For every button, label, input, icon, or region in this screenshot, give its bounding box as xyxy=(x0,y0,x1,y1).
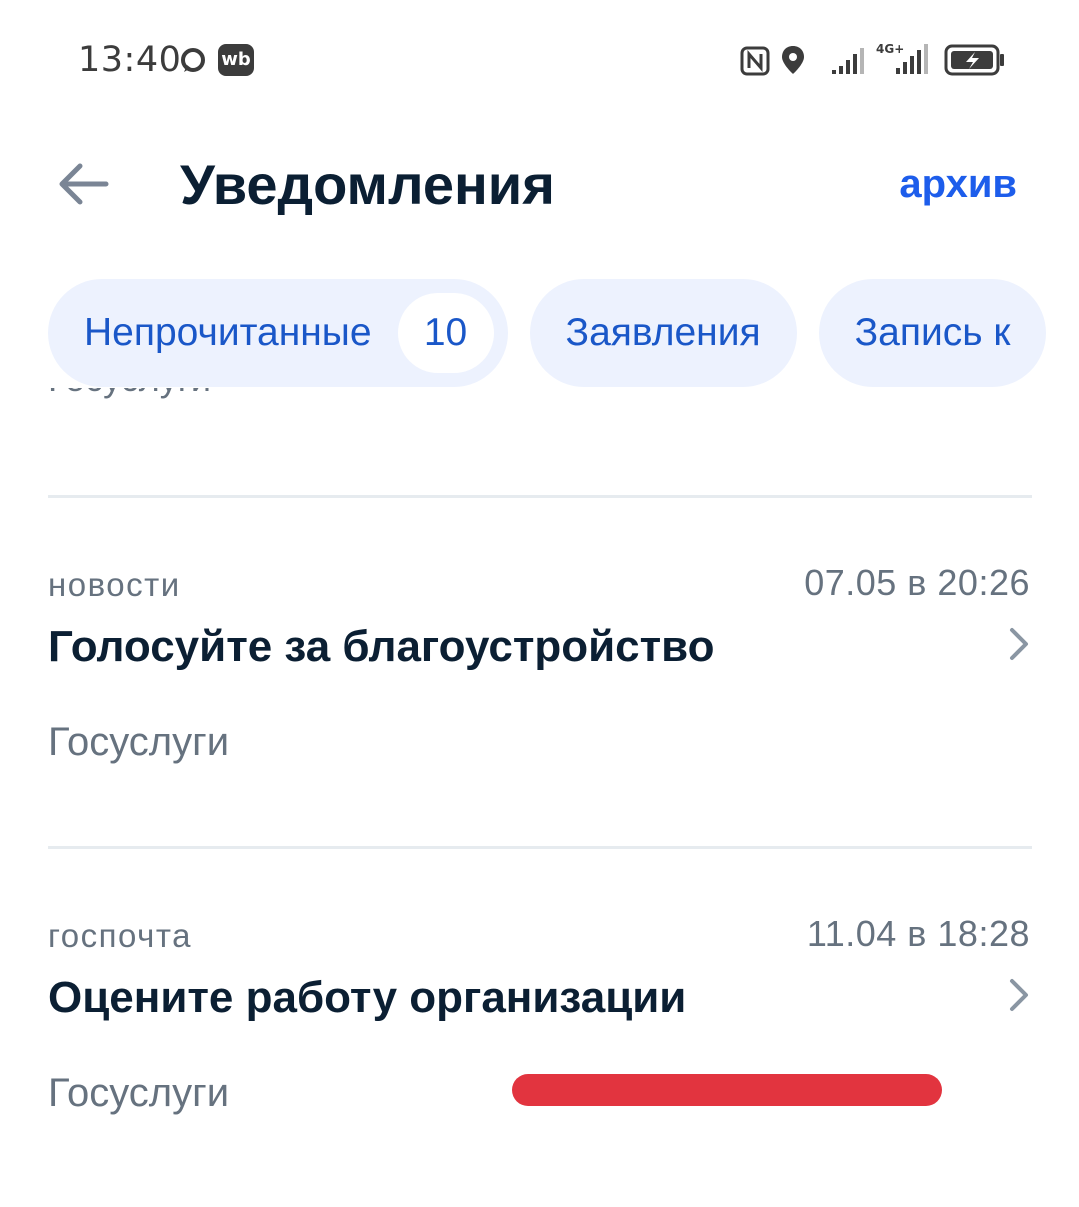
svg-text:4G+: 4G+ xyxy=(876,42,904,56)
list-divider xyxy=(48,495,1032,498)
wb-app-icon: wb xyxy=(218,44,254,76)
signal-strength-icon xyxy=(832,48,864,74)
chevron-right-icon xyxy=(1010,979,1028,1011)
filter-chip-unread[interactable]: Непрочитанные 10 xyxy=(48,279,508,387)
chat-bubble-icon xyxy=(181,48,205,72)
notification-source: Госуслуги xyxy=(48,388,211,400)
status-bar: 13:40 wb 4G+ xyxy=(0,0,1079,120)
notification-source: Госуслуги xyxy=(48,720,230,764)
partial-list-item[interactable]: Госуслуги xyxy=(48,388,448,434)
nfc-icon xyxy=(740,46,770,76)
status-time: 13:40 xyxy=(78,40,182,80)
page-title: Уведомления xyxy=(180,153,555,216)
notification-category: новости xyxy=(48,566,181,603)
filter-chip-applications[interactable]: Заявления xyxy=(529,279,797,387)
unread-count-badge: 10 xyxy=(397,293,494,373)
signal-4g-icon: 4G+ xyxy=(876,42,928,74)
filter-chip-appointment[interactable]: Запись к xyxy=(818,279,1047,387)
notification-item[interactable]: новости 07.05 в 20:26 Голосуйте за благо… xyxy=(48,562,1032,856)
back-arrow-icon[interactable] xyxy=(50,154,116,214)
filter-chip-label: Заявления xyxy=(565,311,761,354)
chevron-right-icon xyxy=(1010,628,1028,660)
app-header: Уведомления архив xyxy=(0,120,1079,260)
notification-source: Госуслуги xyxy=(48,1071,230,1115)
filter-chip-label: Непрочитанные xyxy=(84,311,372,354)
filter-chip-label: Запись к xyxy=(854,311,1011,354)
redaction-mark xyxy=(512,1074,942,1106)
notification-timestamp: 07.05 в 20:26 xyxy=(804,562,1030,603)
notification-item[interactable]: госпочта 11.04 в 18:28 Оцените работу ор… xyxy=(48,913,1032,1207)
battery-charging-icon xyxy=(944,44,1004,76)
filter-chips: Непрочитанные 10 Заявления Запись к xyxy=(48,279,1079,387)
notification-category: госпочта xyxy=(48,917,192,954)
notification-title: Оцените работу организации xyxy=(48,973,687,1022)
archive-link[interactable]: архив xyxy=(899,162,1017,207)
notification-timestamp: 11.04 в 18:28 xyxy=(806,913,1030,954)
notification-title: Голосуйте за благоустройство xyxy=(48,622,715,671)
list-divider xyxy=(48,846,1032,849)
location-icon xyxy=(782,46,804,74)
